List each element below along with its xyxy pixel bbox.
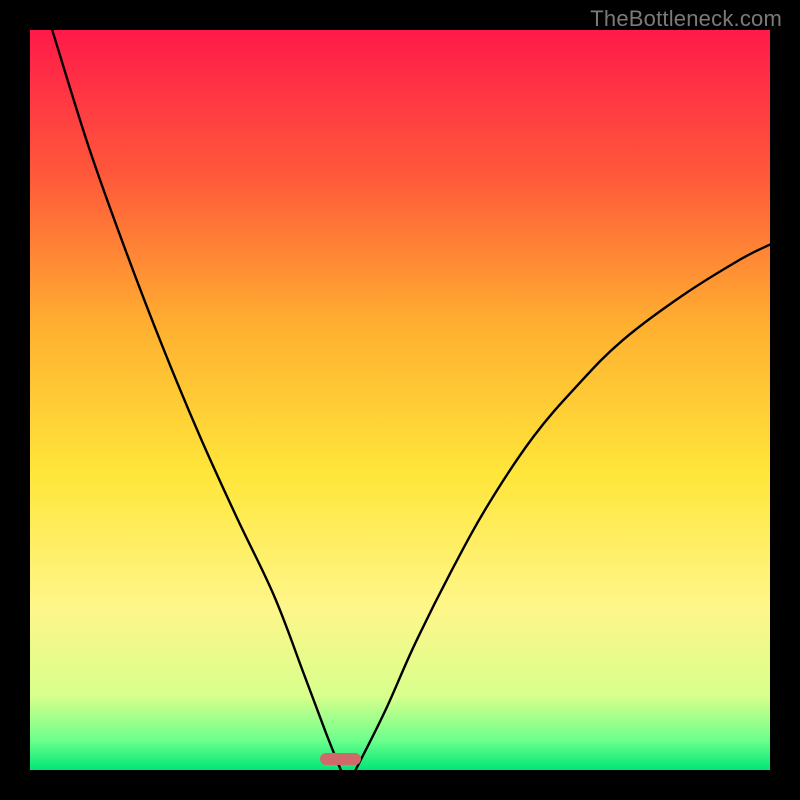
minimum-marker <box>320 753 361 765</box>
watermark-text: TheBottleneck.com <box>590 6 782 32</box>
chart-container: TheBottleneck.com <box>0 0 800 800</box>
plot-area <box>30 30 770 770</box>
gradient-background <box>30 30 770 770</box>
